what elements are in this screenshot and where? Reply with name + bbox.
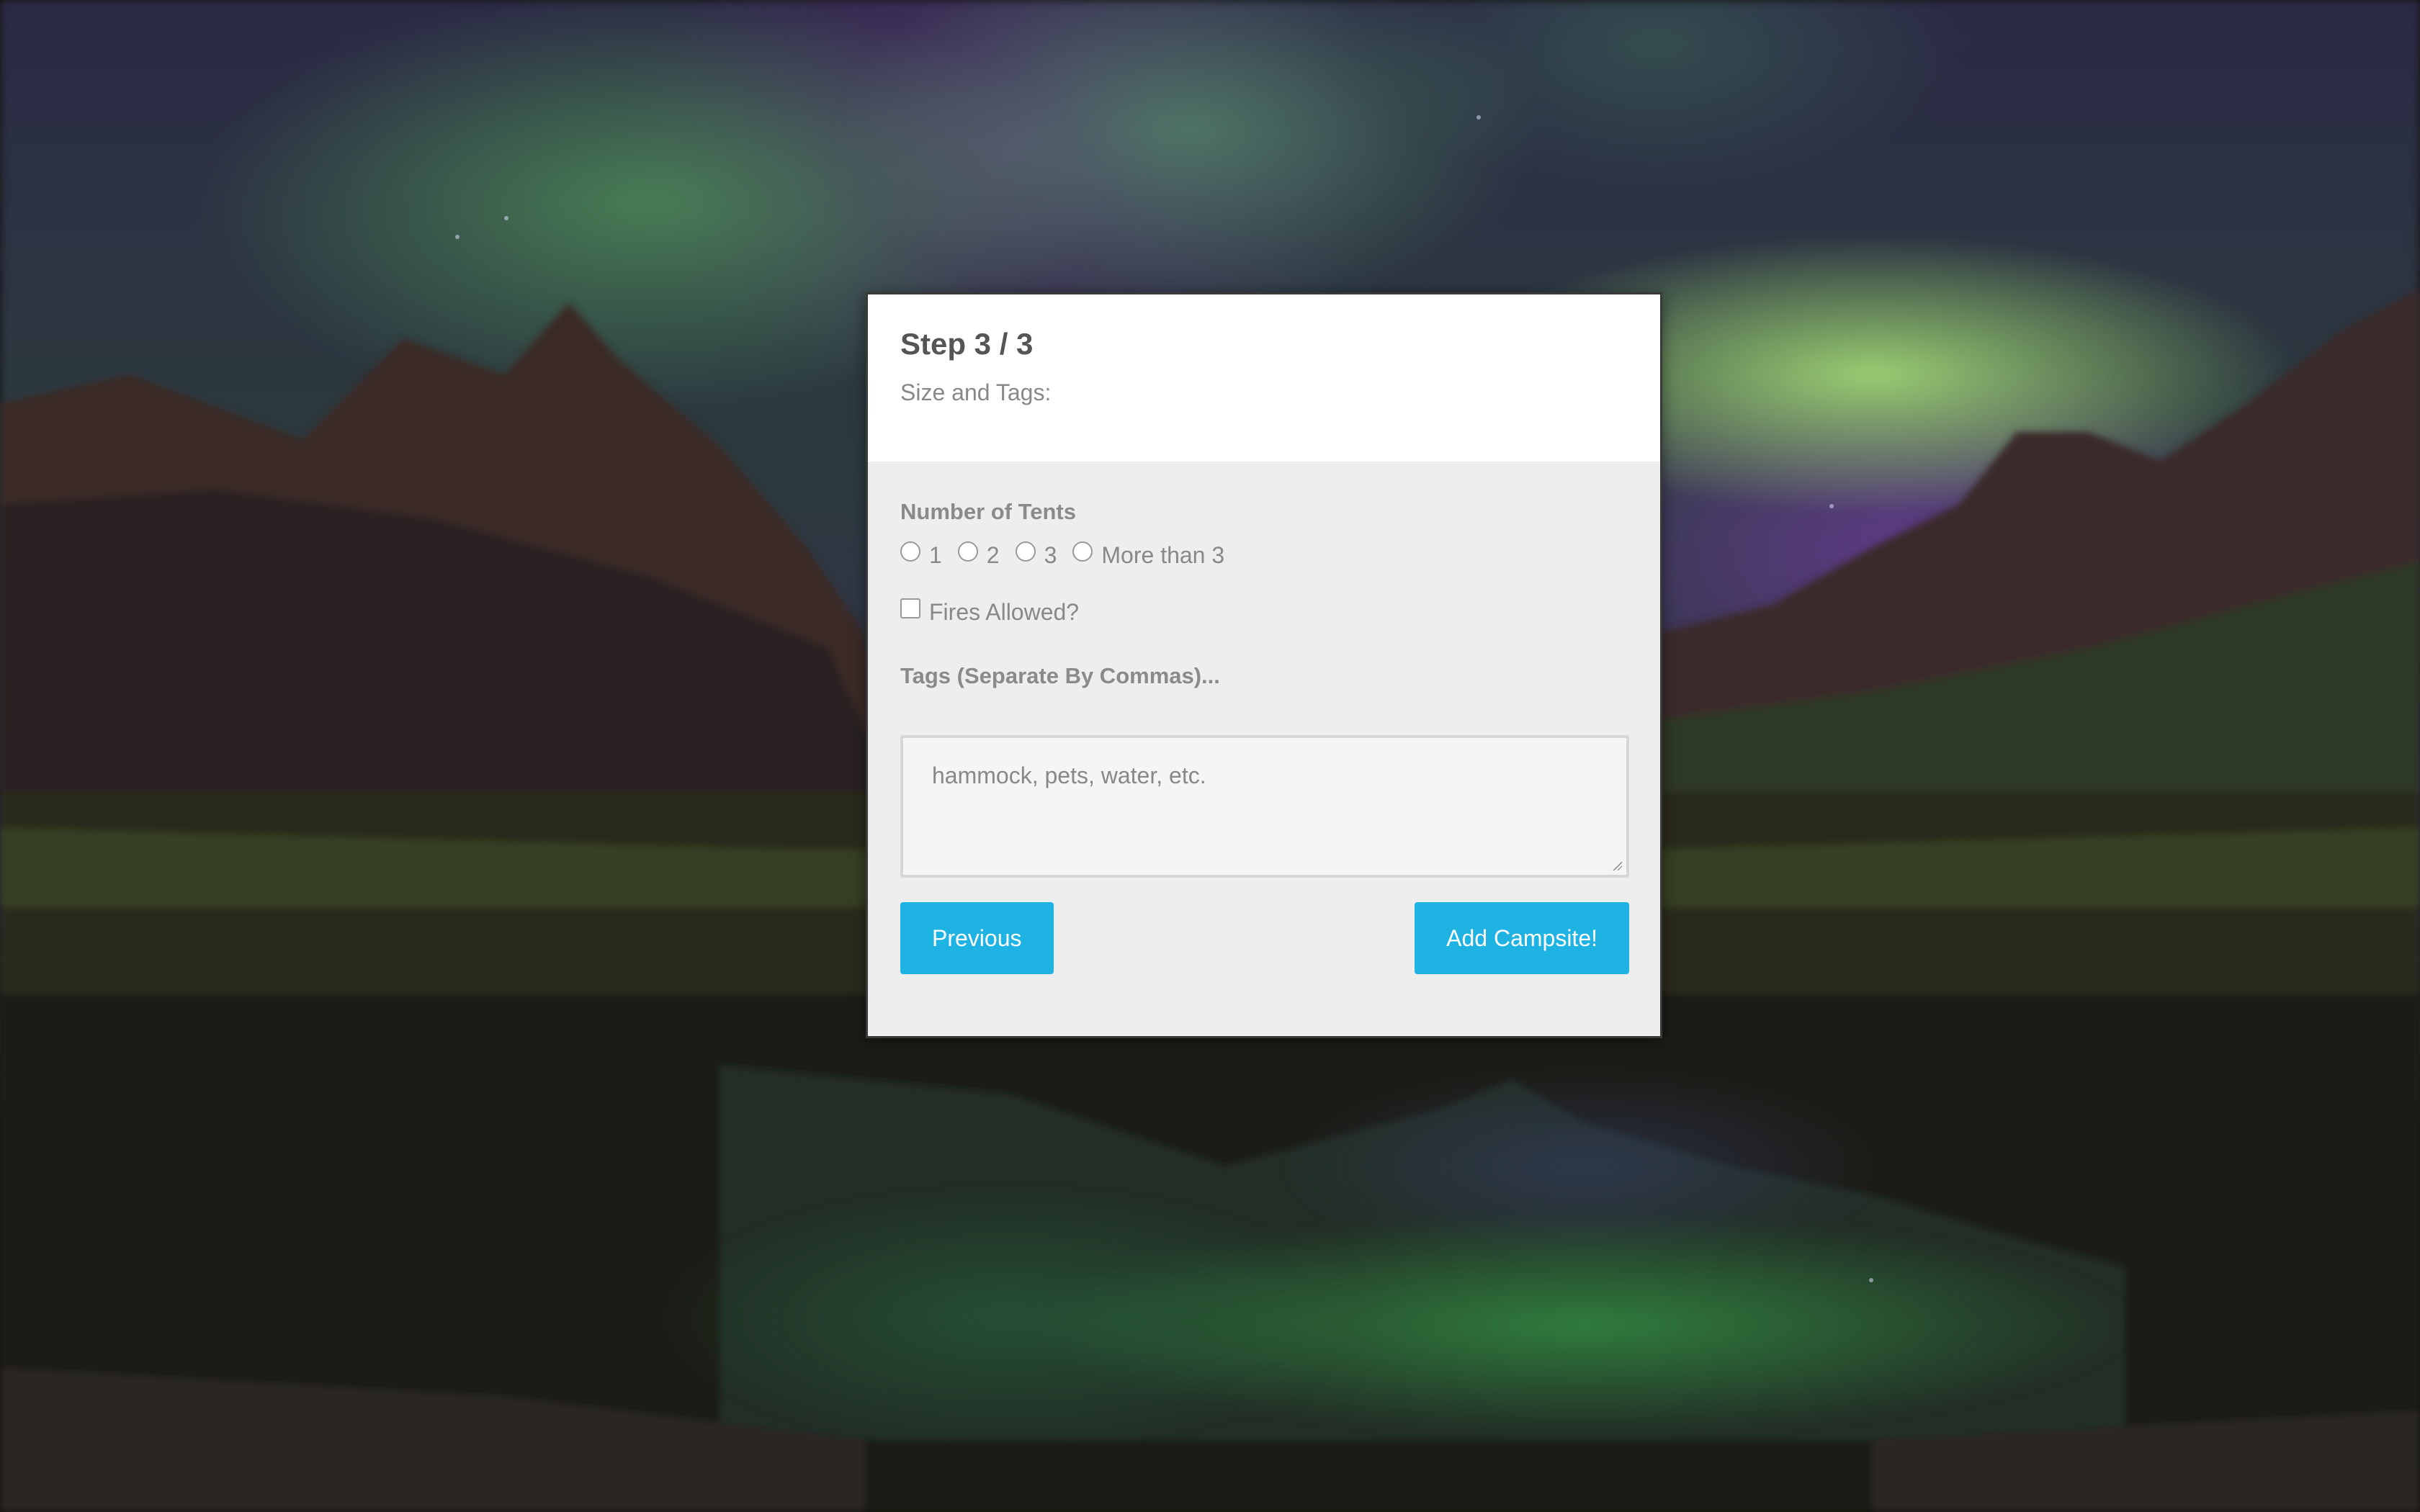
radio-button[interactable]	[1015, 541, 1036, 562]
star	[1869, 1278, 1873, 1282]
campsite-form-card: Step 3 / 3 Size and Tags: Number of Tent…	[866, 292, 1662, 1038]
fires-allowed-label: Fires Allowed?	[929, 599, 1080, 625]
star	[455, 235, 460, 239]
card-body: Number of Tents 1 2 3 More than 3 Fires …	[868, 462, 1660, 974]
star	[1829, 504, 1834, 508]
tags-placeholder: hammock, pets, water, etc.	[932, 762, 1206, 788]
fires-allowed-row[interactable]: Fires Allowed?	[900, 598, 1628, 626]
star	[1476, 115, 1481, 120]
star	[504, 216, 508, 220]
step-subtitle: Size and Tags:	[900, 379, 1052, 406]
tent-option-more-than-3[interactable]: More than 3	[1072, 541, 1225, 569]
tags-label: Tags (Separate By Commas)...	[900, 663, 1220, 688]
tags-textarea[interactable]: hammock, pets, water, etc.	[900, 735, 1629, 878]
tent-option-1[interactable]: 1	[900, 541, 942, 569]
radio-label: More than 3	[1101, 542, 1225, 568]
radio-label: 1	[929, 542, 942, 568]
radio-button[interactable]	[1072, 541, 1093, 562]
step-title: Step 3 / 3	[900, 327, 1034, 361]
tent-option-3[interactable]: 3	[1015, 541, 1057, 569]
tent-option-2[interactable]: 2	[957, 541, 1000, 569]
radio-button[interactable]	[957, 541, 978, 562]
card-header: Step 3 / 3 Size and Tags:	[868, 294, 1660, 462]
resize-handle-icon[interactable]	[1612, 860, 1622, 870]
radio-button[interactable]	[900, 541, 920, 562]
add-campsite-button[interactable]: Add Campsite!	[1415, 902, 1629, 974]
fires-allowed-checkbox[interactable]	[900, 598, 920, 618]
radio-label: 3	[1044, 542, 1057, 568]
tents-radio-group: 1 2 3 More than 3	[900, 541, 1628, 569]
radio-label: 2	[986, 542, 1000, 568]
previous-button[interactable]: Previous	[900, 902, 1054, 974]
tents-label: Number of Tents	[900, 499, 1076, 524]
form-actions: Previous Add Campsite!	[900, 902, 1629, 974]
